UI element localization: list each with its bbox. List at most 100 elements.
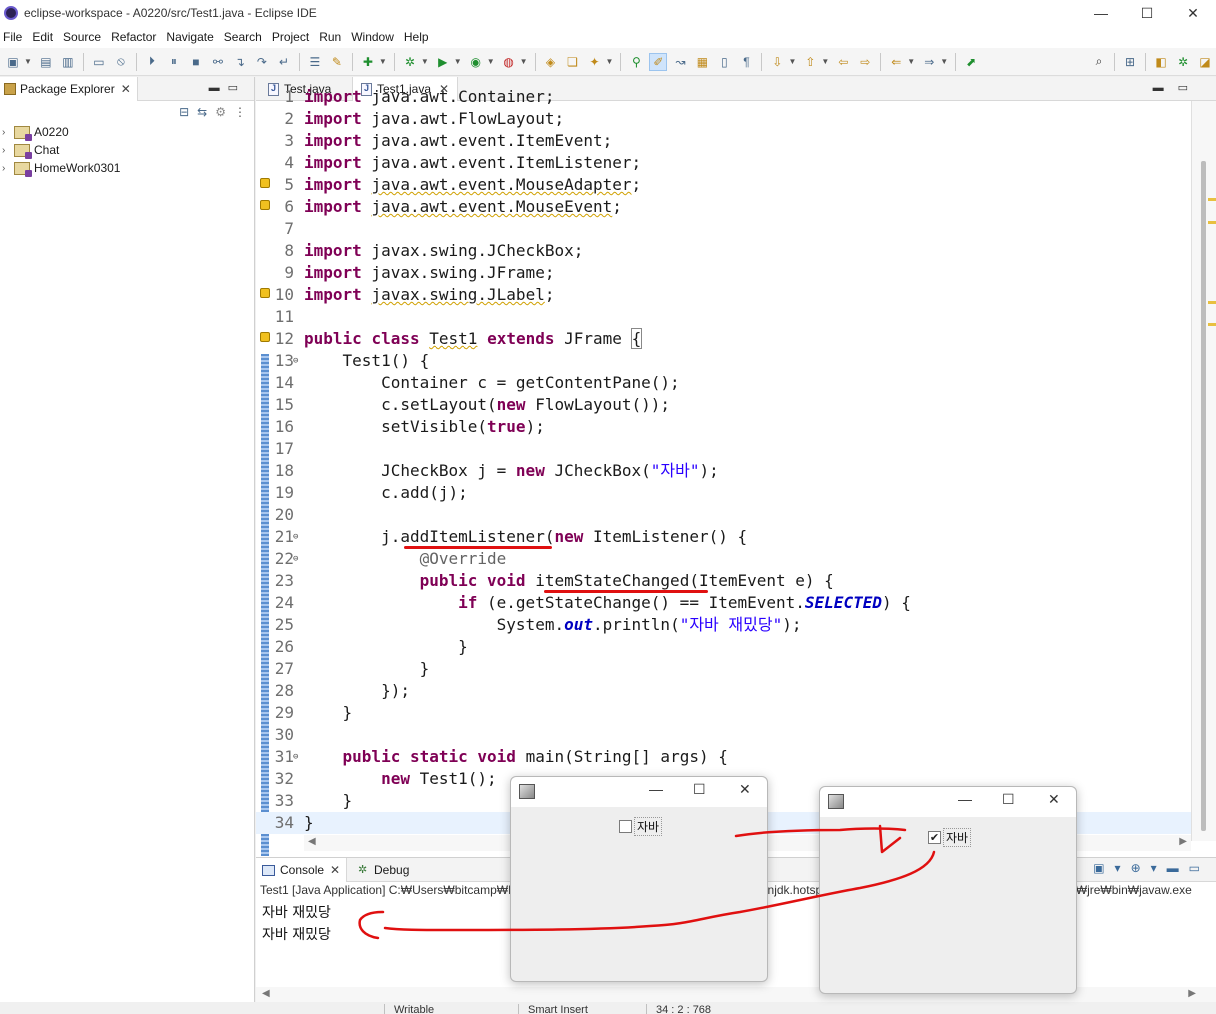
view-menu-icon[interactable]: ⋮ <box>234 105 246 119</box>
code-line[interactable]: 25 System.out.println("자바 재밌당"); <box>256 614 1191 636</box>
code-line[interactable]: 18 JCheckBox j = new JCheckBox("자바"); <box>256 460 1191 482</box>
block-selection-icon[interactable]: ▦ <box>693 53 711 71</box>
terminal-icon[interactable]: ▭ <box>90 53 108 71</box>
last-edit-icon[interactable]: ⇦ <box>834 53 852 71</box>
tree-item-chat[interactable]: › Chat <box>0 141 254 159</box>
code-line[interactable]: 21 ⊖ j.addItemListener(new ItemListener()… <box>256 526 1191 548</box>
close-icon[interactable]: ✕ <box>121 82 131 96</box>
java-checkbox[interactable]: 자바 <box>619 817 663 836</box>
warning-marker[interactable] <box>1208 323 1216 326</box>
search-tool-icon[interactable]: ✦ <box>586 53 604 71</box>
chevron-right-icon[interactable]: › <box>2 145 12 156</box>
code-line[interactable]: 27 } <box>256 658 1191 680</box>
external-tools-icon[interactable]: ◍ <box>500 53 518 71</box>
tab-package-explorer[interactable]: Package Explorer ✕ <box>0 76 138 101</box>
code-line[interactable]: 19 c.add(j); <box>256 482 1191 504</box>
code-line[interactable]: 12 public class Test1 extends JFrame { <box>256 328 1191 350</box>
chevron-right-icon[interactable]: › <box>2 163 12 174</box>
code-line[interactable]: 17 <box>256 438 1191 460</box>
warning-marker[interactable] <box>1208 221 1216 224</box>
java-perspective-icon[interactable]: ◪ <box>1196 53 1214 71</box>
warning-marker[interactable] <box>1208 301 1216 304</box>
minimize-button[interactable]: — <box>958 791 972 807</box>
save-all-icon[interactable]: ▥ <box>59 53 77 71</box>
tree-item-a0220[interactable]: › A0220 <box>0 123 254 141</box>
scroll-right-icon[interactable]: ▶ <box>1179 836 1187 847</box>
back-icon[interactable]: ⇐ <box>887 53 905 71</box>
menu-search[interactable]: Search <box>221 30 269 44</box>
code-line[interactable]: 10 import javax.swing.JLabel; <box>256 284 1191 306</box>
open-perspective-icon[interactable]: ⊞ <box>1121 53 1139 71</box>
next-annotation-icon[interactable]: ⇩ <box>768 53 786 71</box>
code-line[interactable]: 5 import java.awt.event.MouseAdapter; <box>256 174 1191 196</box>
code-line[interactable]: 14 Container c = getContentPane(); <box>256 372 1191 394</box>
code-line[interactable]: 11 <box>256 306 1191 328</box>
editor-vertical-scrollbar[interactable] <box>1191 101 1216 841</box>
minimize-button[interactable]: — <box>1078 0 1124 26</box>
warning-marker[interactable] <box>1208 198 1216 201</box>
search-icon[interactable]: ⌕ <box>1090 53 1108 71</box>
code-line[interactable]: 26 } <box>256 636 1191 658</box>
coverage-icon[interactable]: ◉ <box>467 53 485 71</box>
link-icon[interactable]: ↝ <box>671 53 689 71</box>
code-line[interactable]: 8 import javax.swing.JCheckBox; <box>256 240 1191 262</box>
maximize-button[interactable]: ☐ <box>693 781 706 798</box>
code-line[interactable]: 7 <box>256 218 1191 240</box>
scroll-right-icon[interactable]: ▶ <box>1188 988 1196 999</box>
next-annotation-dropdown-icon[interactable]: ▼ <box>788 57 796 66</box>
menu-window[interactable]: Window <box>348 30 401 44</box>
open-folder-icon[interactable]: ❏ <box>564 53 582 71</box>
code-line[interactable]: 28 }); <box>256 680 1191 702</box>
menu-run[interactable]: Run <box>316 30 348 44</box>
code-line[interactable]: 29 } <box>256 702 1191 724</box>
back-dropdown-icon[interactable]: ▼ <box>907 57 915 66</box>
show-whitespace-icon[interactable]: ¶ <box>737 53 755 71</box>
close-button[interactable]: ✕ <box>1170 0 1216 26</box>
code-line[interactable]: 31 ⊖ public static void main(String[] arg… <box>256 746 1191 768</box>
mark-occurrences-icon[interactable]: ✐ <box>649 52 668 71</box>
code-line[interactable]: 3 import java.awt.event.ItemEvent; <box>256 130 1191 152</box>
skip-breakpoints-icon[interactable]: ⦸ <box>112 53 130 71</box>
code-line[interactable]: 2 import java.awt.FlowLayout; <box>256 108 1191 130</box>
code-line[interactable]: 13 ⊖ Test1() { <box>256 350 1191 372</box>
tree-item-homework0301[interactable]: › HomeWork0301 <box>0 159 254 177</box>
minimize-button[interactable]: — <box>649 781 663 797</box>
open-task-icon[interactable]: ☰ <box>306 53 324 71</box>
forward-icon[interactable]: ⇒ <box>920 53 938 71</box>
menu-refactor[interactable]: Refactor <box>108 30 163 44</box>
tab-debug[interactable]: ✲ Debug <box>352 858 415 882</box>
menu-project[interactable]: Project <box>269 30 316 44</box>
filters-icon[interactable]: ⚙ <box>215 105 226 119</box>
java-ee-perspective-icon[interactable]: ◧ <box>1152 53 1170 71</box>
debug-dropdown-icon[interactable]: ▼ <box>421 57 429 66</box>
maximize-button[interactable]: ☐ <box>1124 0 1170 26</box>
status-insert-mode[interactable]: Smart Insert <box>528 1004 588 1014</box>
debug-icon[interactable]: ✲ <box>401 53 419 71</box>
code-area[interactable]: 1 import java.awt.Container; 2 import java.… <box>256 77 1191 837</box>
external-tools-dropdown-icon[interactable]: ▼ <box>520 57 528 66</box>
chevron-right-icon[interactable]: › <box>2 127 12 138</box>
menu-file[interactable]: File <box>0 30 29 44</box>
menu-edit[interactable]: Edit <box>29 30 60 44</box>
code-line[interactable]: 16 setVisible(true); <box>256 416 1191 438</box>
tab-console[interactable]: Console ✕ <box>256 858 348 882</box>
forward-dropdown-icon[interactable]: ▼ <box>940 57 948 66</box>
code-line[interactable]: 20 <box>256 504 1191 526</box>
checkbox-box[interactable]: ✔ <box>928 831 941 844</box>
coverage-dropdown-icon[interactable]: ▼ <box>487 57 495 66</box>
code-line[interactable]: 23 public void itemStateChanged(ItemEven… <box>256 570 1191 592</box>
resume-icon[interactable]: ⏵ <box>143 53 161 71</box>
open-type-icon[interactable]: ◈ <box>542 53 560 71</box>
search-dropdown-icon[interactable]: ▼ <box>606 57 614 66</box>
code-line[interactable]: 1 import java.awt.Container; <box>256 86 1191 108</box>
code-line[interactable]: 9 import javax.swing.JFrame; <box>256 262 1191 284</box>
disconnect-icon[interactable]: ⚯ <box>209 53 227 71</box>
run-icon[interactable]: ▶ <box>434 53 452 71</box>
fold-icon[interactable]: ⊖ <box>293 350 298 372</box>
terminate-icon[interactable]: ■ <box>187 53 205 71</box>
word-wrap-icon[interactable]: ▯ <box>715 53 733 71</box>
menu-source[interactable]: Source <box>60 30 108 44</box>
suspend-icon[interactable]: ⏸ <box>165 53 183 71</box>
scroll-left-icon[interactable]: ◀ <box>308 836 316 847</box>
fold-icon[interactable]: ⊖ <box>293 526 298 548</box>
